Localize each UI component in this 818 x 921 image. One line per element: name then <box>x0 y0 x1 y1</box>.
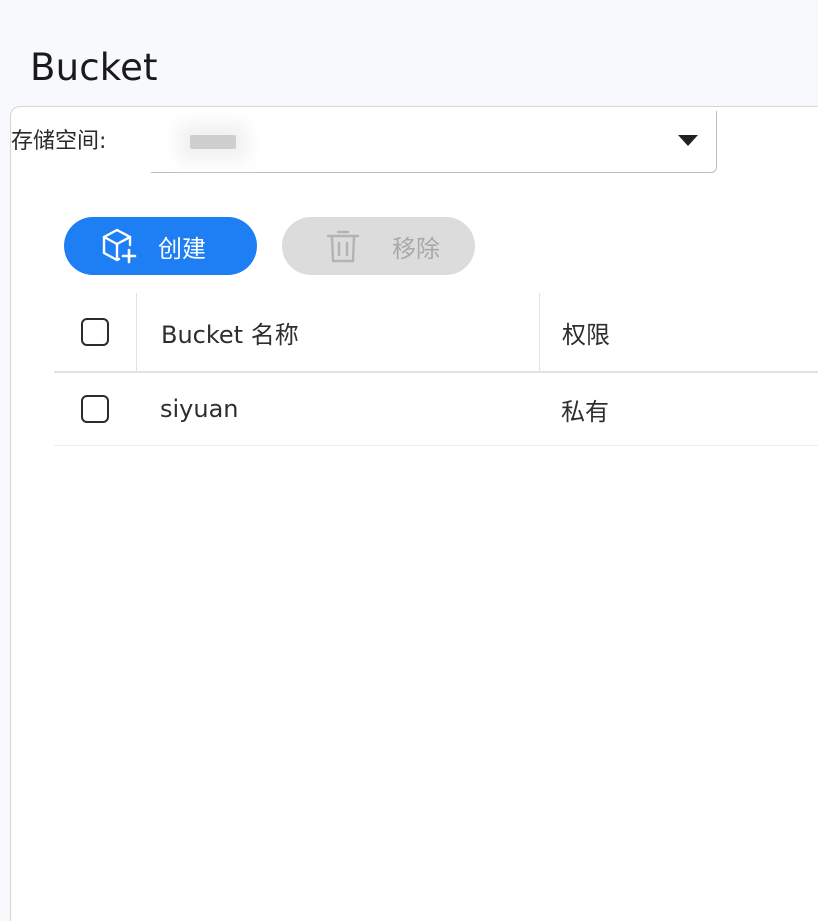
storage-select-value <box>151 111 275 173</box>
remove-button[interactable]: 移除 <box>282 217 475 275</box>
column-header-permission-label: 权限 <box>562 320 610 349</box>
table-row[interactable]: siyuan 私有 <box>54 373 818 446</box>
column-header-name[interactable]: Bucket 名称 <box>136 293 539 371</box>
create-button[interactable]: 创建 <box>64 217 257 275</box>
bucket-permission-cell: 私有 <box>539 373 818 445</box>
row-checkbox-cell <box>54 373 136 445</box>
trash-icon <box>322 225 364 267</box>
redacted-value <box>190 135 236 149</box>
page-title: Bucket <box>30 46 158 89</box>
column-header-permission[interactable]: 权限 <box>539 293 818 371</box>
column-header-name-label: Bucket 名称 <box>161 320 299 349</box>
select-all-checkbox[interactable] <box>81 318 109 346</box>
remove-button-label: 移除 <box>392 235 440 263</box>
bucket-permission: 私有 <box>561 397 609 426</box>
create-button-label: 创建 <box>158 235 206 263</box>
storage-label: 存储空间: <box>11 129 107 154</box>
row-checkbox[interactable] <box>81 395 109 423</box>
bucket-name-cell: siyuan <box>136 373 539 445</box>
bucket-table: Bucket 名称 权限 siyuan 私有 <box>54 293 818 446</box>
cube-plus-icon <box>98 225 140 267</box>
dropdown-arrow-icon[interactable] <box>678 135 698 146</box>
table-header-row: Bucket 名称 权限 <box>54 293 818 373</box>
header-checkbox-cell <box>54 293 136 371</box>
storage-select[interactable] <box>151 111 717 173</box>
bucket-name: siyuan <box>160 395 239 423</box>
bucket-panel: 存储空间: 创建 移除 Bucket 名称 权限 siyuan 私有 <box>10 106 818 921</box>
